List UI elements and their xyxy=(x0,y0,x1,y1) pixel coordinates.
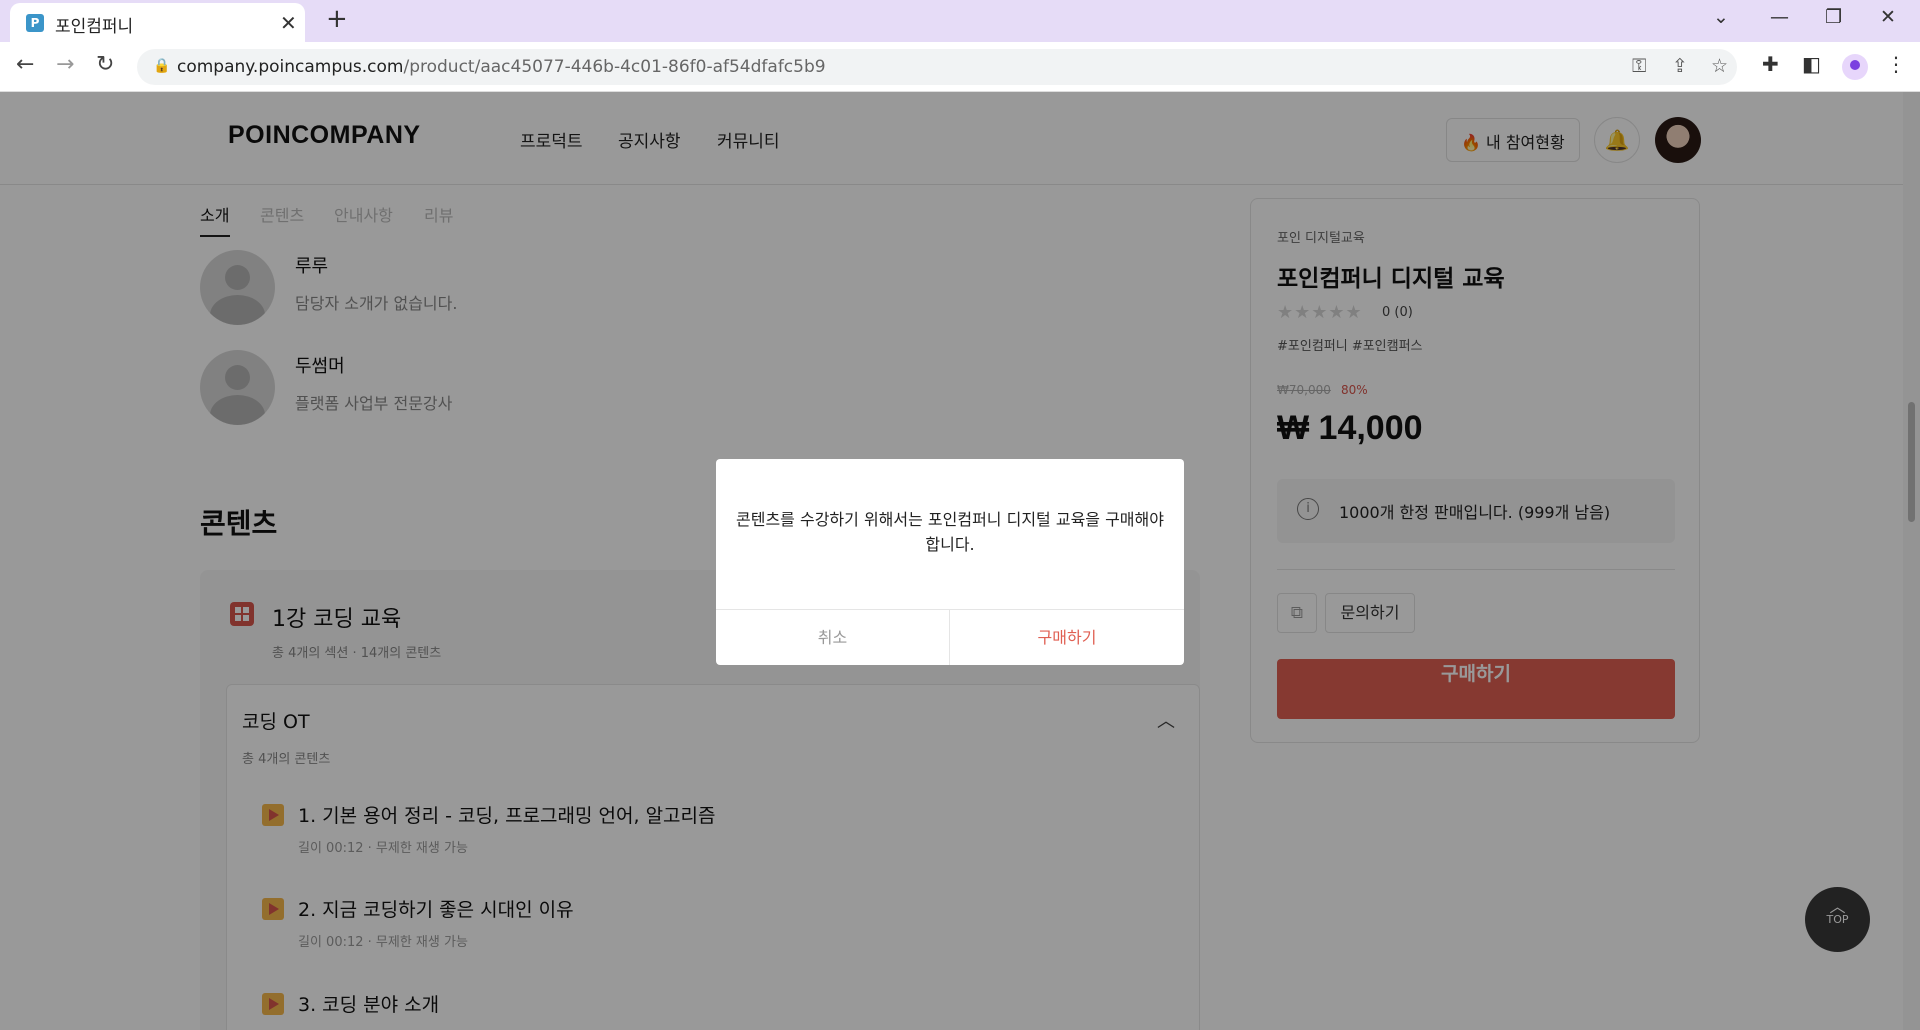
extensions-icon[interactable]: ✚ xyxy=(1762,52,1779,76)
confirm-buy-button[interactable]: 구매하기 xyxy=(950,610,1184,665)
new-tab-icon[interactable]: + xyxy=(326,4,348,34)
purchase-required-dialog: 콘텐츠를 수강하기 위해서는 포인컴퍼니 디지털 교육을 구매해야 합니다. 취… xyxy=(716,459,1184,665)
tab-search-icon[interactable]: ⌄ xyxy=(1713,6,1729,28)
favicon-icon: P xyxy=(26,14,44,32)
url-host: company.poincampus.com xyxy=(177,57,404,77)
browser-toolbar: ← → ↻ 🔒 company.poincampus.com/product/a… xyxy=(0,42,1920,92)
close-icon[interactable]: ✕ xyxy=(1880,6,1896,28)
lock-icon[interactable]: 🔒 xyxy=(153,58,170,74)
star-icon[interactable]: ☆ xyxy=(1711,55,1728,77)
sidepanel-icon[interactable]: ◧ xyxy=(1802,52,1821,76)
tab-title: 포인컴퍼니 xyxy=(55,17,134,37)
reload-icon[interactable]: ↻ xyxy=(96,52,114,77)
back-icon[interactable]: ← xyxy=(16,52,34,77)
minimize-icon[interactable]: — xyxy=(1770,6,1789,28)
restore-icon[interactable]: ❐ xyxy=(1825,6,1842,28)
url-text[interactable]: company.poincampus.com/product/aac45077-… xyxy=(177,57,826,77)
url-path: /product/aac45077-446b-4c01-86f0-af54dfa… xyxy=(403,57,826,77)
profile-icon[interactable] xyxy=(1842,54,1868,80)
cancel-button[interactable]: 취소 xyxy=(716,610,950,665)
key-icon[interactable]: ⚿ xyxy=(1632,55,1646,77)
address-bar[interactable]: 🔒 company.poincampus.com/product/aac4507… xyxy=(137,49,1737,85)
tab-close-icon[interactable]: ✕ xyxy=(280,11,297,35)
browser-tab[interactable]: P 포인컴퍼니 ✕ xyxy=(10,3,305,42)
forward-icon[interactable]: → xyxy=(56,52,74,77)
browser-tabbar: P 포인컴퍼니 ✕ + ⌄ — ❐ ✕ xyxy=(0,0,1920,42)
menu-icon[interactable]: ⋮ xyxy=(1886,52,1906,76)
share-icon[interactable]: ⇪ xyxy=(1672,55,1688,77)
page: POINCOMPANY 프로덕트 공지사항 커뮤니티 🔥 내 참여현황 🔔 소개… xyxy=(0,92,1920,1030)
dialog-footer: 취소 구매하기 xyxy=(716,609,1184,665)
dialog-message: 콘텐츠를 수강하기 위해서는 포인컴퍼니 디지털 교육을 구매해야 합니다. xyxy=(736,510,1164,554)
